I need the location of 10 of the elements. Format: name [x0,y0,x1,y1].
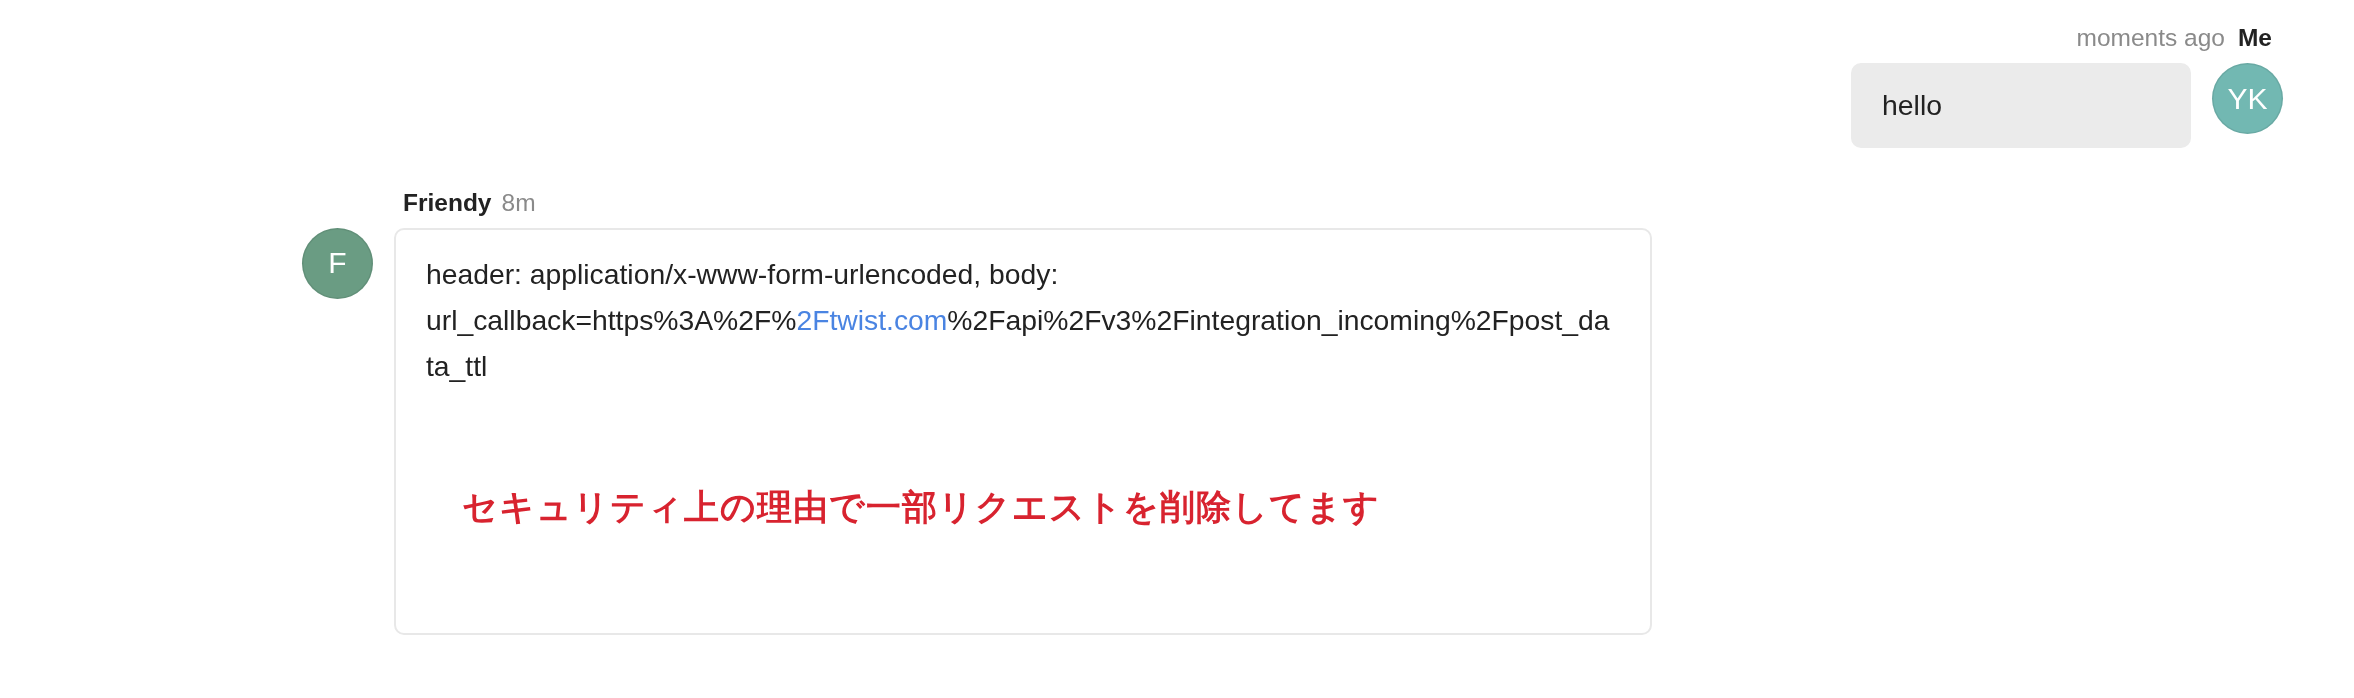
annotation-text: セキュリティ上の理由で一部リクエストを削除してます [462,485,1381,528]
avatar: YK [2212,63,2283,135]
link[interactable]: 2Ftwist.com [796,303,948,336]
timestamp: moments ago [2076,23,2225,53]
sender-name: Me [2237,23,2272,53]
sender-name: Friendy [403,188,492,218]
message-bubble: hello [1851,63,2191,149]
avatar: F [302,227,373,299]
message-text: header: application/x-www-form-urlencoded, body: url_callback=https%3A%2F%2Ftwist.com%2Fapi%2Fv3%2Fintegration_incoming%2Fpost_da ta_ttl [426,256,1611,384]
timestamp: 8m [501,188,536,218]
